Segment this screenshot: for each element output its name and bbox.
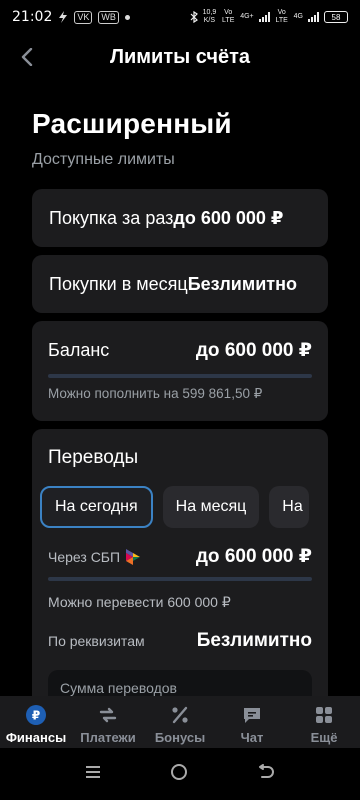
sbp-logo-icon (126, 548, 141, 565)
sbp-progress (48, 577, 312, 581)
page-subtitle: Доступные лимиты (32, 151, 175, 168)
status-time: 21:02 (12, 9, 53, 25)
day-purchase-card: Покупка за раз до 600 000 ₽ (32, 189, 328, 247)
status-bar: 21:02 VK WB 10,9 K/S Vo LTE 4G+ Vo LTE 4G… (0, 0, 360, 34)
wb-icon: WB (98, 10, 119, 24)
notification-dot-icon (124, 14, 130, 20)
ruble-icon: ₽ (25, 704, 47, 726)
back-nav-icon[interactable] (257, 763, 275, 785)
battery-icon: 58 (324, 11, 348, 23)
month-purchase-card: Покупки в месяц Безлимитно (32, 255, 328, 313)
nav-finances[interactable]: ₽ Финансы (0, 704, 72, 745)
chevron-left-icon (21, 48, 33, 66)
grid-icon (313, 704, 335, 726)
nav-more[interactable]: Ещё (288, 704, 360, 745)
requisites-row: По реквизитам Безлимитно (48, 630, 312, 652)
tab-today[interactable]: На сегодня (40, 486, 153, 528)
sbp-row: Через СБП до 600 000 ₽ (48, 545, 312, 568)
transfer-icon (97, 704, 119, 726)
chat-icon (241, 704, 263, 726)
system-nav-bar (0, 748, 360, 800)
day-purchase-label: Покупка за раз (49, 207, 174, 228)
month-purchase-value: Безлимитно (187, 273, 297, 294)
svg-text:₽: ₽ (32, 709, 40, 723)
nav-label-finances: Финансы (5, 730, 67, 745)
transfers-title: Переводы (48, 447, 139, 468)
nav-label-more: Ещё (310, 730, 338, 745)
nav-bonuses[interactable]: Бонусы (144, 704, 216, 745)
balance-value: до 600 000 ₽ (195, 340, 312, 361)
requisites-label: По реквизитам (48, 633, 145, 649)
app-header: Лимиты счёта (0, 38, 360, 76)
vk-icon: VK (74, 10, 93, 24)
flash-icon (59, 11, 68, 23)
header-title: Лимиты счёта (109, 45, 251, 68)
home-icon[interactable] (170, 763, 188, 786)
signal-1-icon (258, 12, 270, 22)
month-purchase-label: Покупки в месяц (49, 273, 188, 294)
sbp-label: Через СБП (48, 548, 121, 565)
back-button[interactable] (14, 44, 40, 70)
balance-note: Можно пополнить на 599 861,50 ₽ (48, 386, 263, 401)
signal-2-icon (308, 12, 319, 22)
requisites-value: Безлимитно (196, 630, 312, 651)
balance-label: Баланс (48, 340, 110, 360)
nav-label-chat: Чат (240, 730, 264, 745)
sim2-volte: Vo LTE (275, 9, 288, 24)
sbp-value: до 600 000 ₽ (195, 546, 312, 567)
sim1-lte: 4G+ (240, 13, 254, 20)
tab-month[interactable]: На месяц (162, 486, 260, 528)
net-speed: 10,9 K/S (202, 9, 217, 24)
day-purchase-value: до 600 000 ₽ (173, 207, 284, 228)
nav-chat[interactable]: Чат (216, 704, 288, 745)
balance-card: Баланс до 600 000 ₽ Можно пополнить на 5… (32, 321, 328, 421)
menu-icon[interactable] (85, 765, 101, 784)
balance-progress (48, 374, 312, 378)
sbp-note: Можно перевести 600 000 ₽ (48, 594, 231, 610)
sim1-volte: Vo LTE (222, 9, 235, 24)
percent-icon (169, 704, 191, 726)
transfers-tabs: На сегодня На месяц На (40, 486, 310, 530)
nav-label-payments: Платежи (80, 730, 136, 745)
bottom-nav: ₽ Финансы Платежи Бонусы Чат Ещё (0, 696, 360, 748)
tab-more[interactable]: На (269, 486, 310, 528)
bluetooth-icon (190, 11, 198, 23)
nav-payments[interactable]: Платежи (72, 704, 144, 745)
page-title: Расширенный (32, 108, 232, 139)
sim2-lte: 4G (293, 13, 303, 20)
nav-label-bonuses: Бонусы (154, 730, 206, 745)
